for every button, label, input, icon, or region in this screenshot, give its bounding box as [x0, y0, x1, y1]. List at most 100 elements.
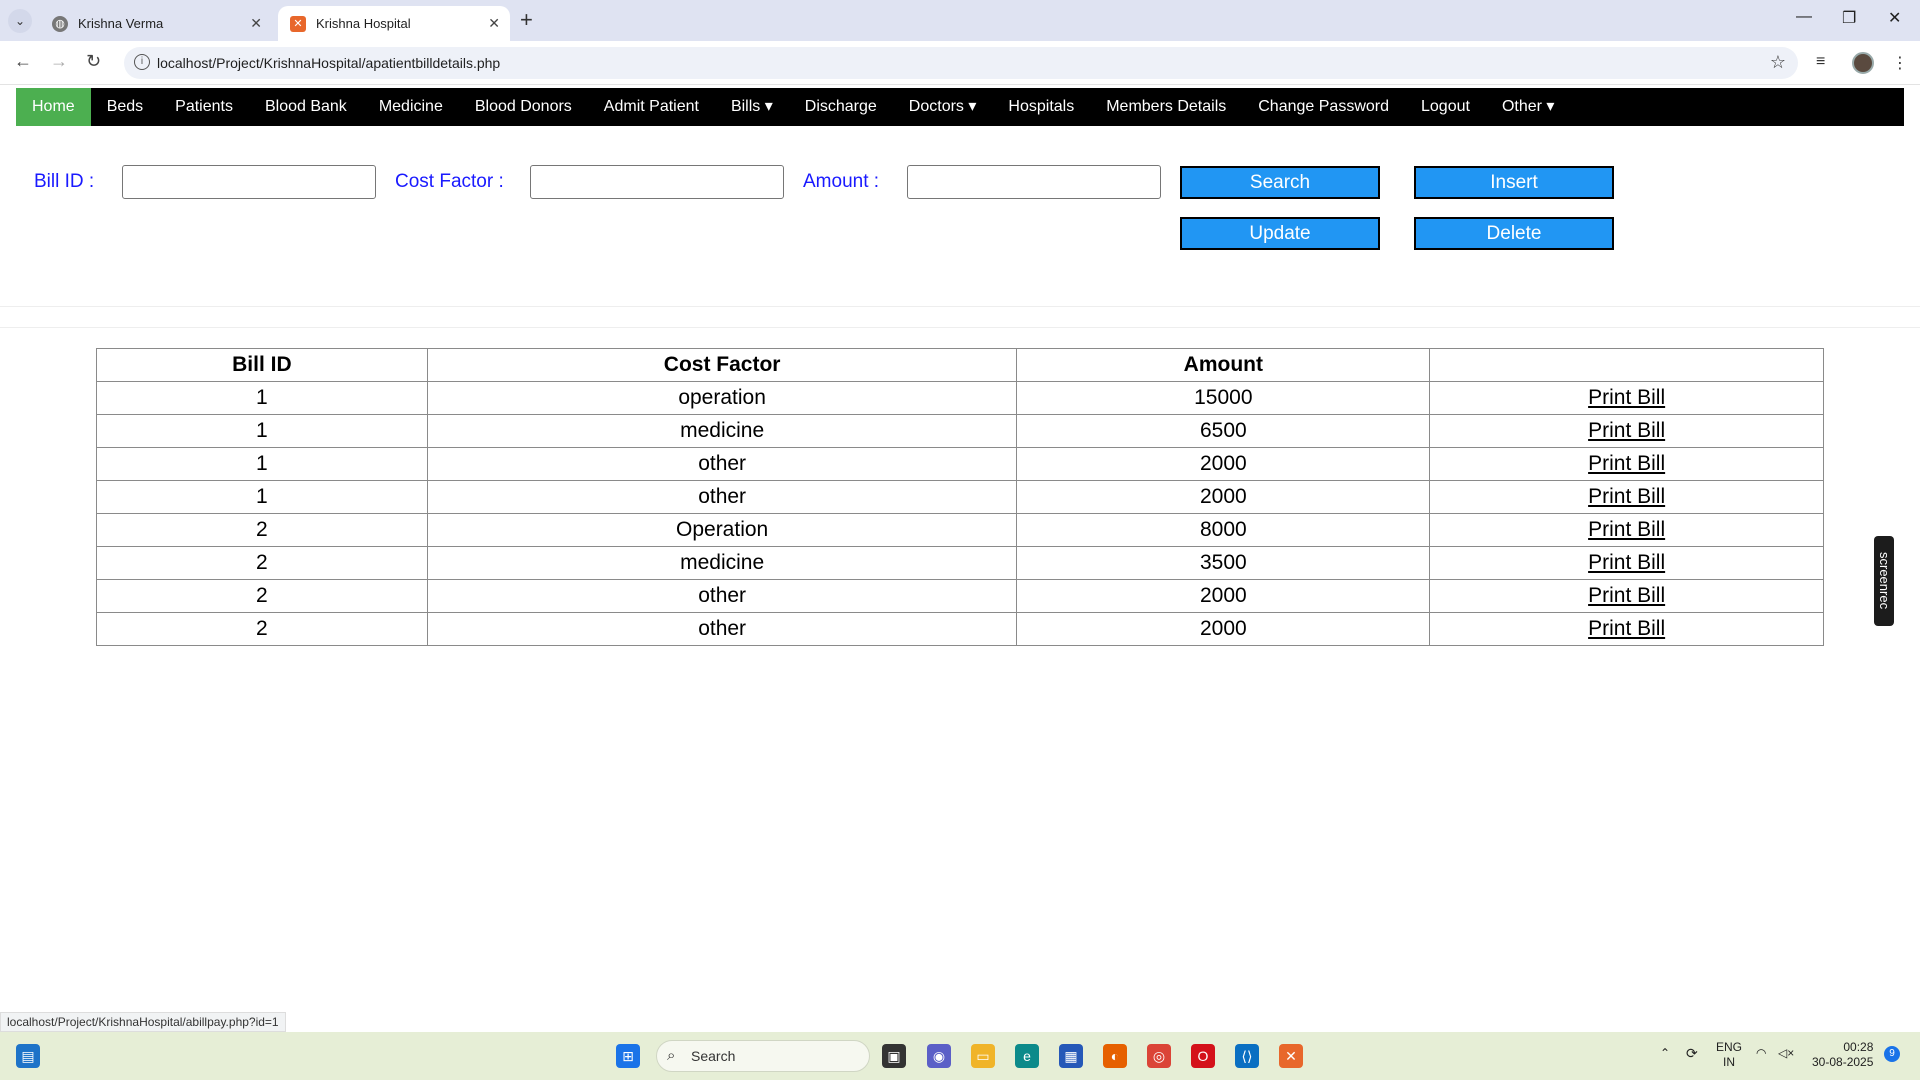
back-icon[interactable]: ←: [14, 51, 32, 72]
close-icon[interactable]: ✕: [250, 15, 262, 32]
print-bill-link[interactable]: Print Bill: [1588, 452, 1665, 475]
nav-other-dropdown[interactable]: Other ▾: [1486, 88, 1571, 126]
cell-action: Print Bill: [1429, 579, 1824, 613]
restore-icon[interactable]: ❐: [1842, 8, 1856, 28]
tab-krishna-hospital[interactable]: ✕ Krishna Hospital ✕: [278, 6, 510, 41]
windows-start-icon[interactable]: ⊞: [616, 1044, 640, 1068]
nav-medicine[interactable]: Medicine: [363, 88, 459, 126]
nav-admit-patient[interactable]: Admit Patient: [588, 88, 715, 126]
profile-avatar[interactable]: [1852, 52, 1874, 74]
print-bill-link[interactable]: Print Bill: [1588, 518, 1665, 541]
amount-input[interactable]: [907, 165, 1161, 199]
volume-muted-icon[interactable]: ◁×: [1778, 1046, 1794, 1061]
globe-icon: ◍: [52, 15, 68, 32]
bill-id-input[interactable]: [122, 165, 376, 199]
table-row: 2 medicine 3500 Print Bill: [96, 546, 1824, 580]
search-button[interactable]: Search: [1180, 166, 1380, 199]
nav-blood-bank[interactable]: Blood Bank: [249, 88, 363, 126]
file-explorer-icon[interactable]: ▭: [971, 1044, 995, 1068]
header-cost-factor: Cost Factor: [426, 348, 1018, 382]
table-header-row: Bill ID Cost Factor Amount: [96, 348, 1824, 382]
bookmark-star-icon[interactable]: ☆: [1770, 52, 1786, 73]
tab-title: Krishna Hospital: [316, 16, 411, 31]
taskbar-search[interactable]: ⌕ Search: [656, 1040, 870, 1072]
widgets-icon[interactable]: ▤: [16, 1044, 40, 1068]
media-control-icon[interactable]: ≡: [1816, 53, 1825, 71]
menu-kebab-icon[interactable]: ⋮: [1892, 53, 1908, 73]
nav-hospitals[interactable]: Hospitals: [992, 88, 1090, 126]
tab-list-button[interactable]: ⌄: [8, 9, 32, 33]
cell-cost-factor: operation: [426, 381, 1018, 415]
search-icon: ⌕: [667, 1047, 676, 1064]
site-info-icon[interactable]: i: [134, 54, 150, 70]
cost-factor-input[interactable]: [530, 165, 784, 199]
delete-button[interactable]: Delete: [1414, 217, 1614, 250]
cell-action: Print Bill: [1429, 414, 1824, 448]
minimize-icon[interactable]: —: [1796, 8, 1812, 26]
reload-icon[interactable]: ↻: [86, 51, 101, 72]
forward-icon[interactable]: →: [50, 51, 68, 72]
cost-factor-label: Cost Factor :: [395, 171, 504, 192]
amount-label: Amount :: [803, 171, 880, 192]
header-action: [1429, 348, 1824, 382]
cell-bill-id: 2: [96, 513, 428, 547]
xampp-icon[interactable]: ✕: [1279, 1044, 1303, 1068]
tab-krishna-verma[interactable]: ◍ Krishna Verma ✕: [40, 6, 272, 41]
region-text: IN: [1723, 1055, 1735, 1069]
cell-amount: 2000: [1016, 447, 1431, 481]
nav-bills-dropdown[interactable]: Bills ▾: [715, 88, 789, 126]
cell-bill-id: 2: [96, 546, 428, 580]
print-bill-link[interactable]: Print Bill: [1588, 485, 1665, 508]
cell-bill-id: 1: [96, 447, 428, 481]
print-bill-link[interactable]: Print Bill: [1588, 617, 1665, 640]
date-text: 30-08-2025: [1812, 1055, 1874, 1069]
browser-tab-bar: ⌄ ◍ Krishna Verma ✕ ✕ Krishna Hospital ✕…: [0, 0, 1920, 41]
lang-text: ENG: [1716, 1040, 1743, 1054]
opera-icon[interactable]: O: [1191, 1044, 1215, 1068]
url-input[interactable]: i localhost/Project/KrishnaHospital/apat…: [124, 47, 1798, 79]
screenrec-widget[interactable]: screenrec: [1874, 536, 1894, 626]
print-bill-link[interactable]: Print Bill: [1588, 551, 1665, 574]
cell-amount: 2000: [1016, 579, 1431, 613]
cell-cost-factor: other: [426, 579, 1018, 613]
language-indicator[interactable]: ENG IN: [1716, 1040, 1742, 1070]
print-bill-link[interactable]: Print Bill: [1588, 584, 1665, 607]
vscode-icon[interactable]: ⟨⟩: [1235, 1044, 1259, 1068]
insert-button[interactable]: Insert: [1414, 166, 1614, 199]
table-row: 2 other 2000 Print Bill: [96, 579, 1824, 613]
divider: [0, 306, 1920, 307]
close-window-icon[interactable]: ✕: [1888, 8, 1901, 28]
cell-action: Print Bill: [1429, 381, 1824, 415]
clock[interactable]: 00:28 30-08-2025: [1812, 1040, 1873, 1070]
cell-action: Print Bill: [1429, 612, 1824, 646]
nav-change-password[interactable]: Change Password: [1242, 88, 1405, 126]
nav-patients[interactable]: Patients: [159, 88, 249, 126]
nav-members-details[interactable]: Members Details: [1090, 88, 1242, 126]
nav-doctors-dropdown[interactable]: Doctors ▾: [893, 88, 993, 126]
nav-logout[interactable]: Logout: [1405, 88, 1486, 126]
new-tab-button[interactable]: +: [520, 7, 533, 33]
store-icon[interactable]: ▦: [1059, 1044, 1083, 1068]
cell-amount: 2000: [1016, 480, 1431, 514]
nav-blood-donors[interactable]: Blood Donors: [459, 88, 588, 126]
update-button[interactable]: Update: [1180, 217, 1380, 250]
task-view-icon[interactable]: ▣: [882, 1044, 906, 1068]
nav-discharge[interactable]: Discharge: [789, 88, 893, 126]
sync-icon[interactable]: ⟳: [1686, 1046, 1698, 1061]
nav-beds[interactable]: Beds: [91, 88, 159, 126]
notification-badge[interactable]: 9: [1884, 1046, 1900, 1062]
nav-home[interactable]: Home: [16, 88, 91, 126]
table-row: 1 medicine 6500 Print Bill: [96, 414, 1824, 448]
teams-icon[interactable]: ◉: [927, 1044, 951, 1068]
wifi-icon[interactable]: ◠: [1756, 1046, 1766, 1061]
edge-icon[interactable]: e: [1015, 1044, 1039, 1068]
header-bill-id: Bill ID: [96, 348, 428, 382]
cell-action: Print Bill: [1429, 480, 1824, 514]
close-icon[interactable]: ✕: [488, 15, 500, 32]
chevron-up-icon[interactable]: ⌃: [1660, 1046, 1670, 1061]
print-bill-link[interactable]: Print Bill: [1588, 386, 1665, 409]
firefox-icon[interactable]: ◐: [1103, 1044, 1127, 1068]
chrome-icon[interactable]: ◎: [1147, 1044, 1171, 1068]
time-text: 00:28: [1843, 1040, 1874, 1054]
print-bill-link[interactable]: Print Bill: [1588, 419, 1665, 442]
